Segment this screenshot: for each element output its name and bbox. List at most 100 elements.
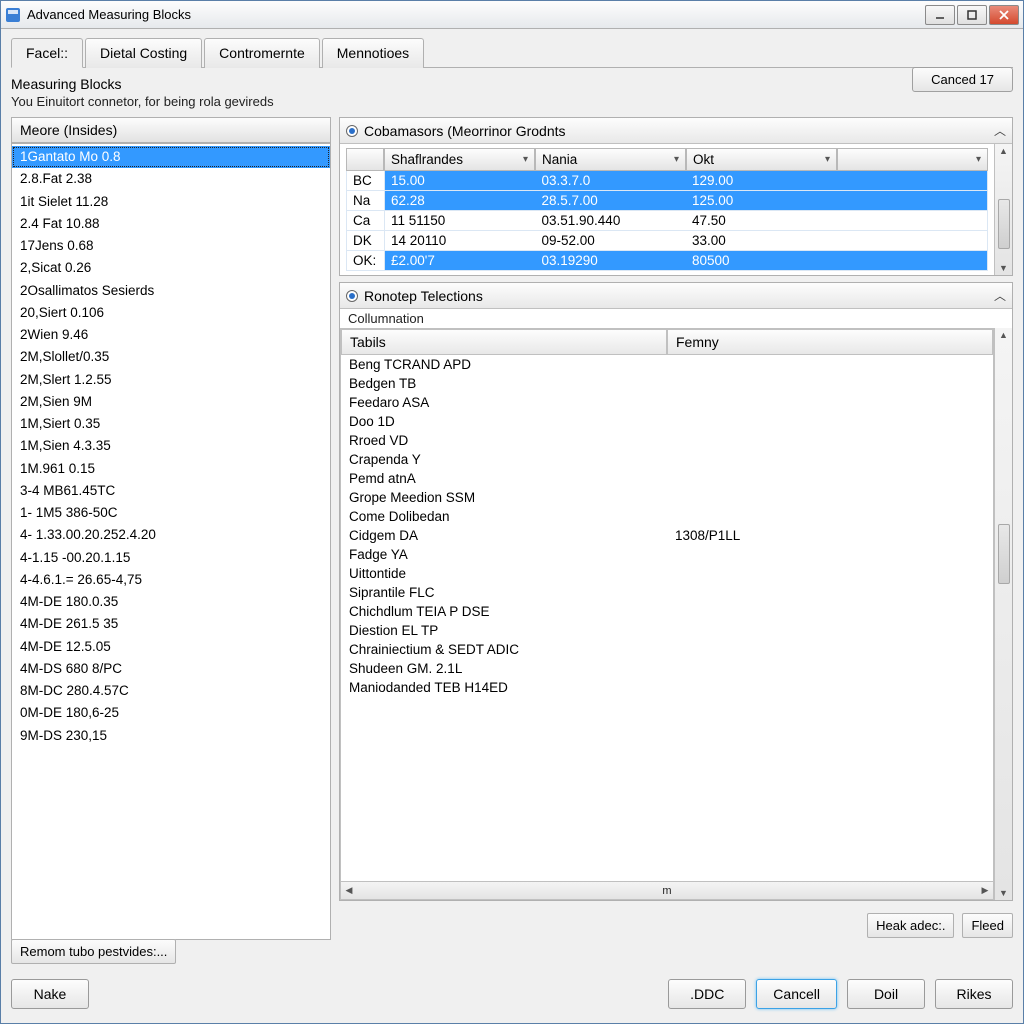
list-item[interactable]: 2M,Slert 1.2.55 <box>12 369 330 391</box>
cancel-top-button[interactable]: Canced 17 <box>912 67 1013 92</box>
horizontal-scrollbar[interactable]: ◀ m ▶ <box>341 881 993 899</box>
list-item[interactable]: 2.4 Fat 10.88 <box>12 213 330 235</box>
tab-0[interactable]: Facel:: <box>11 38 83 68</box>
table-row[interactable]: Na62.2828.5.7.00125.00 <box>347 191 987 211</box>
list-item[interactable]: 2,Sicat 0.26 <box>12 257 330 279</box>
column-header[interactable]: Okt▾ <box>686 148 837 171</box>
tab-3[interactable]: Mennotioes <box>322 38 424 68</box>
content-area: Facel::Dietal CostingContromernteMennoti… <box>1 29 1023 967</box>
table-row[interactable]: Feedaro ASA <box>341 393 993 412</box>
bottom-table-scrollbar[interactable]: ▲ ▼ <box>994 328 1012 900</box>
fieldset-title: Measuring Blocks <box>11 76 1013 92</box>
main-grid: Meore (Insides) 1Gantato Mo 0.82.8.Fat 2… <box>11 117 1013 940</box>
scroll-up-icon[interactable]: ▲ <box>999 330 1008 340</box>
bottom-table-body[interactable]: Beng TCRAND APDBedgen TBFeedaro ASADoo 1… <box>341 355 993 881</box>
column-header[interactable]: ▾ <box>837 148 988 171</box>
scroll-thumb[interactable] <box>998 524 1010 584</box>
table-row[interactable]: OK:£2.00'703.1929080500 <box>347 251 987 271</box>
table-row[interactable]: Come Dolibedan <box>341 507 993 526</box>
table-row[interactable]: Ca11 5115003.51.90.44047.50 <box>347 211 987 231</box>
maximize-button[interactable] <box>957 5 987 25</box>
table-row[interactable]: Uittontide <box>341 564 993 583</box>
bottom-link-left[interactable]: Remom tubo pestvides:... <box>11 939 176 964</box>
chevron-up-icon[interactable]: ︿ <box>994 122 1006 139</box>
list-item[interactable]: 4M-DE 180.0.35 <box>12 591 330 613</box>
scroll-down-icon[interactable]: ▼ <box>999 263 1008 273</box>
table-row[interactable]: Grope Meedion SSM <box>341 488 993 507</box>
table-row[interactable]: BC15.0003.3.7.0129.00 <box>347 171 987 191</box>
list-item[interactable]: 4M-DE 12.5.05 <box>12 636 330 658</box>
nake-button[interactable]: Nake <box>11 979 89 1009</box>
bottom-table-head: TabilsFemny <box>341 329 993 355</box>
table-row[interactable]: DK14 2011009-52.0033.00 <box>347 231 987 251</box>
footer-button-rikes[interactable]: Rikes <box>935 979 1013 1009</box>
list-item[interactable]: 4-4.6.1.= 26.65-4,75 <box>12 569 330 591</box>
scroll-right-icon[interactable]: ▶ <box>977 885 993 896</box>
table-row[interactable]: Doo 1D <box>341 412 993 431</box>
list-item[interactable]: 2M,Slollet/0.35 <box>12 346 330 368</box>
table-row[interactable]: Beng TCRAND APD <box>341 355 993 374</box>
list-item[interactable]: 1M,Siert 0.35 <box>12 413 330 435</box>
top-datagrid[interactable]: Shaflrandes▾Nania▾Okt▾▾ BC15.0003.3.7.01… <box>340 144 994 275</box>
table-row[interactable]: Crapenda Y <box>341 450 993 469</box>
table-row[interactable]: Rroed VD <box>341 431 993 450</box>
list-item[interactable]: 20,Siert 0.106 <box>12 302 330 324</box>
list-item[interactable]: 4M-DS 680 8/PC <box>12 658 330 680</box>
list-item[interactable]: 4-1.15 -00.20.1.15 <box>12 547 330 569</box>
list-item[interactable]: 2M,Sien 9M <box>12 391 330 413</box>
table-row[interactable]: Fadge YA <box>341 545 993 564</box>
list-item[interactable]: 3-4 MB61.45TC <box>12 480 330 502</box>
left-panel: Meore (Insides) 1Gantato Mo 0.82.8.Fat 2… <box>11 117 331 940</box>
column-header[interactable]: Femny <box>667 329 993 355</box>
table-row[interactable]: Siprantile FLC <box>341 583 993 602</box>
list-item[interactable]: 4M-DE 261.5 35 <box>12 613 330 635</box>
list-item[interactable]: 1it Sielet 11.28 <box>12 191 330 213</box>
footer-button-ddc[interactable]: .DDC <box>668 979 746 1009</box>
table-row[interactable]: Shudeen GM. 2.1L <box>341 659 993 678</box>
scroll-down-icon[interactable]: ▼ <box>999 888 1008 898</box>
heak-button[interactable]: Heak adec:. <box>867 913 954 938</box>
right-panel: Cobamasors (Meorrinor Grodnts ︿ Shaflran… <box>339 117 1013 940</box>
scroll-thumb[interactable] <box>998 199 1010 249</box>
titlebar: Advanced Measuring Blocks <box>1 1 1023 29</box>
radio-icon <box>346 125 358 137</box>
list-item[interactable]: 1- 1M5 386-50C <box>12 502 330 524</box>
list-item[interactable]: 9M-DS 230,15 <box>12 725 330 747</box>
minimize-button[interactable] <box>925 5 955 25</box>
list-item[interactable]: 17Jens 0.68 <box>12 235 330 257</box>
top-grid-scrollbar[interactable]: ▲ ▼ <box>994 144 1012 275</box>
fleed-button[interactable]: Fleed <box>962 913 1013 938</box>
table-row[interactable]: Chichdlum TEIA P DSE <box>341 602 993 621</box>
column-header[interactable]: Nania▾ <box>535 148 686 171</box>
list-item[interactable]: 1M.961 0.15 <box>12 458 330 480</box>
top-grid-header[interactable]: Cobamasors (Meorrinor Grodnts ︿ <box>340 118 1012 144</box>
table-row[interactable]: Pemd atnA <box>341 469 993 488</box>
list-item[interactable]: 1Gantato Mo 0.8 <box>12 146 330 168</box>
scroll-up-icon[interactable]: ▲ <box>999 146 1008 156</box>
close-button[interactable] <box>989 5 1019 25</box>
list-item[interactable]: 2Wien 9.46 <box>12 324 330 346</box>
column-header[interactable]: Shaflrandes▾ <box>384 148 535 171</box>
table-row[interactable]: Maniodanded TEB H14ED <box>341 678 993 697</box>
table-row[interactable]: Cidgem DA1308/P1LL <box>341 526 993 545</box>
bottom-table-header[interactable]: Ronotep Telections ︿ <box>340 283 1012 309</box>
list-item[interactable]: 2.8.Fat 2.38 <box>12 168 330 190</box>
footer-button-doil[interactable]: Doil <box>847 979 925 1009</box>
left-listbox[interactable]: 1Gantato Mo 0.82.8.Fat 2.381it Sielet 11… <box>11 143 331 940</box>
tab-strip: Facel::Dietal CostingContromernteMennoti… <box>11 37 1013 68</box>
list-item[interactable]: 0M-DE 180,6-25 <box>12 702 330 724</box>
top-grid-title: Cobamasors (Meorrinor Grodnts <box>364 123 566 139</box>
scroll-left-icon[interactable]: ◀ <box>341 885 357 896</box>
list-item[interactable]: 1M,Sien 4.3.35 <box>12 435 330 457</box>
tab-1[interactable]: Dietal Costing <box>85 38 202 68</box>
table-row[interactable]: Diestion EL TP <box>341 621 993 640</box>
chevron-up-icon[interactable]: ︿ <box>994 287 1006 304</box>
list-item[interactable]: 2Osallimatos Sesierds <box>12 280 330 302</box>
list-item[interactable]: 4- 1.33.00.20.252.4.20 <box>12 524 330 546</box>
list-item[interactable]: 8M-DC 280.4.57C <box>12 680 330 702</box>
column-header[interactable]: Tabils <box>341 329 667 355</box>
footer-button-cancell[interactable]: Cancell <box>756 979 837 1009</box>
tab-2[interactable]: Contromernte <box>204 38 320 68</box>
table-row[interactable]: Bedgen TB <box>341 374 993 393</box>
table-row[interactable]: Chrainiectium & SEDT ADIC <box>341 640 993 659</box>
